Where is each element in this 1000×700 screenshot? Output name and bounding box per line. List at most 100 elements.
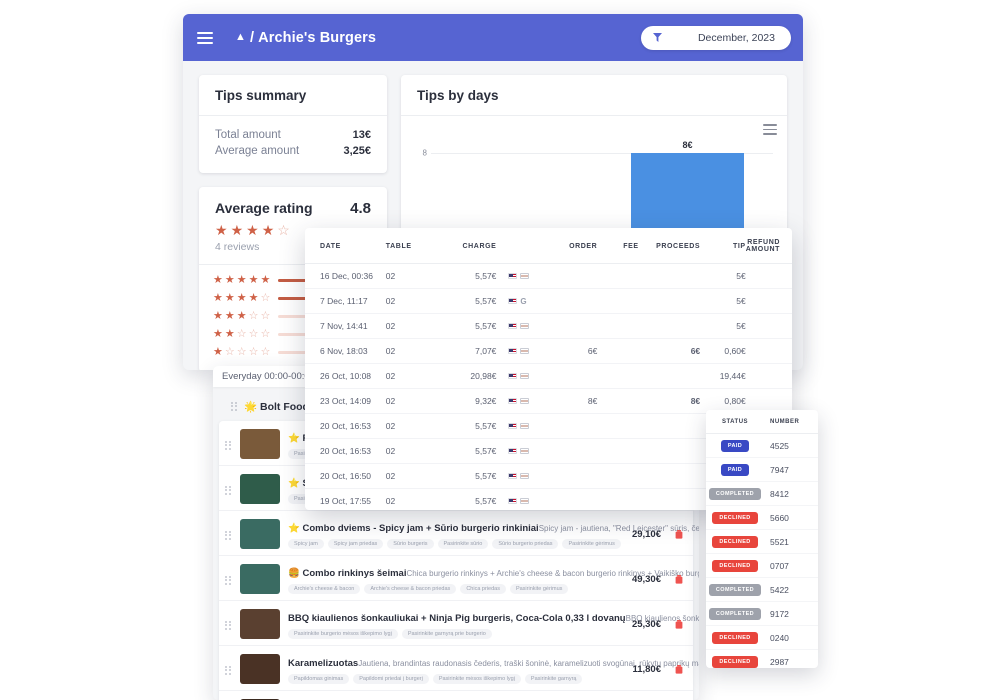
- schedule-text: Everyday 00:00-00:00: [222, 371, 315, 382]
- product-tags: Spicy jam Spicy jam priedas Sūrio burgeris…: [288, 539, 624, 549]
- period-filter-button[interactable]: December, 2023: [640, 25, 791, 50]
- cell-date: 23 Oct, 14:09: [305, 388, 386, 414]
- drag-handle-icon[interactable]: [225, 621, 232, 630]
- star-icon: ☆: [260, 310, 271, 322]
- delete-icon[interactable]: [675, 530, 683, 539]
- cell-order: 8€: [542, 388, 598, 414]
- cell-proceeds: [638, 438, 701, 464]
- table-row[interactable]: 26 Oct, 10:08 02 20,98€ 19,44€: [305, 363, 792, 389]
- status-row[interactable]: COMPLETED 5422: [706, 577, 818, 602]
- status-row[interactable]: DECLINED 0240: [706, 625, 818, 650]
- status-row[interactable]: COMPLETED 9172: [706, 601, 818, 626]
- drag-handle-icon[interactable]: [225, 666, 232, 675]
- google-pay-icon: G: [520, 296, 527, 306]
- chart-bar-label: 8€: [682, 140, 693, 151]
- cell-payment-method: [496, 438, 543, 464]
- table-row[interactable]: 7 Dec, 11:17 02 5,57€ G 5€: [305, 288, 792, 314]
- cell-table: 02: [385, 488, 436, 510]
- status-row[interactable]: DECLINED 0707: [706, 553, 818, 578]
- cell-date: 20 Oct, 16:53: [305, 413, 386, 439]
- drag-handle-icon[interactable]: [225, 576, 232, 585]
- star-icon: ★: [248, 292, 259, 304]
- drag-handle-icon[interactable]: [225, 441, 232, 450]
- col-date: DATE: [305, 228, 386, 264]
- product-tag: Pasirinkite gėrimus: [509, 584, 569, 594]
- star-icon: ★: [213, 274, 223, 286]
- cell-status: COMPLETED: [706, 481, 764, 506]
- col-proceeds: PROCEEDS: [638, 228, 701, 264]
- payment-method-icons: [508, 397, 530, 405]
- cell-charge: 5,57€: [435, 288, 497, 314]
- col-order: ORDER: [542, 228, 598, 264]
- product-tag: Archie's cheese & bacon priedas: [364, 584, 457, 594]
- status-badge: DECLINED: [712, 656, 758, 668]
- star-icon: ★: [224, 328, 235, 340]
- rating-bar-stars: ★ ★ ★ ★ ★: [213, 275, 270, 286]
- cell-charge: 5,57€: [435, 438, 497, 464]
- payment-method-icons: [508, 447, 530, 455]
- product-details: ⭐ Combo dviems - Spicy jam + Sūrio burge…: [288, 517, 699, 549]
- payment-method-icons: [508, 322, 530, 330]
- flag-icon: [508, 498, 518, 504]
- drag-handle-icon[interactable]: [225, 531, 232, 540]
- list-item[interactable]: ⭐ Combo dviems - Spicy jam + Sūrio burge…: [219, 511, 699, 556]
- cell-payment-method: [496, 488, 543, 510]
- cell-proceeds: [638, 463, 701, 489]
- cell-payment-method: [496, 313, 543, 339]
- product-tag: Pasirinkite burgerio mėsos iškepimo lygį: [288, 629, 398, 639]
- list-item[interactable]: KaramelizuotasJautiena, brandintas raudo…: [219, 646, 699, 691]
- cell-table: 02: [385, 263, 436, 289]
- table-row[interactable]: 7 Nov, 14:41 02 5,57€ 5€: [305, 313, 792, 339]
- product-thumbnail: [240, 654, 280, 684]
- table-row[interactable]: 16 Dec, 00:36 02 5,57€ 5€: [305, 263, 792, 289]
- list-item[interactable]: BBQ kiaulienos šonkauliukai + Ninja Pig …: [219, 601, 699, 646]
- status-row[interactable]: DECLINED 5660: [706, 505, 818, 530]
- cell-fee: [597, 438, 639, 464]
- status-row[interactable]: COMPLETED 8412: [706, 481, 818, 506]
- delete-icon[interactable]: [675, 620, 683, 629]
- rating-bar-stars: ★ ☆ ☆ ☆ ☆: [213, 347, 270, 358]
- breadcrumb-title: Archie's Burgers: [258, 29, 377, 46]
- list-item[interactable]: 🍔 Combo rinkinys šeimaiChica burgerio ri…: [219, 556, 699, 601]
- payment-method-icons: [508, 422, 530, 430]
- cell-fee: [597, 463, 639, 489]
- col-payment-method: [496, 228, 543, 264]
- delete-icon[interactable]: [675, 665, 683, 674]
- cell-refund-amount: [745, 338, 792, 364]
- drag-handle-icon[interactable]: [231, 402, 238, 411]
- cell-refund-amount: [745, 263, 792, 289]
- status-row[interactable]: PAID 7947: [706, 457, 818, 482]
- star-icon: ★: [213, 328, 223, 340]
- star-icon: ☆: [224, 346, 235, 358]
- cell-charge: 9,32€: [435, 388, 497, 414]
- home-icon[interactable]: ▲: [235, 31, 246, 43]
- tips-summary-card: Tips summary Total amount 13€ Average am…: [199, 75, 387, 173]
- cell-number: 5521: [764, 529, 818, 554]
- cell-date: 16 Dec, 00:36: [305, 263, 386, 289]
- cell-proceeds: [638, 288, 701, 314]
- list-item[interactable]: Village boyJautiena, rūkyti sūriai, traš…: [219, 691, 693, 700]
- cell-fee: [597, 363, 639, 389]
- cell-status: PAID: [706, 433, 764, 458]
- flag-icon: [508, 323, 518, 329]
- status-row[interactable]: PAID 4525: [706, 433, 818, 458]
- app-topbar: ▲ / Archie's Burgers December, 2023: [183, 14, 803, 61]
- cell-order: [542, 363, 598, 389]
- status-row[interactable]: DECLINED 5521: [706, 529, 818, 554]
- product-tag: Sūrio burgeris: [387, 539, 434, 549]
- drag-handle-icon[interactable]: [225, 486, 232, 495]
- table-row[interactable]: 6 Nov, 18:03 02 7,07€ 6€ 6€ 0,60€: [305, 338, 792, 364]
- cell-fee: [597, 263, 639, 289]
- cell-order: [542, 438, 598, 464]
- flag-icon: [508, 473, 518, 479]
- cell-proceeds: [638, 313, 701, 339]
- cell-charge: 20,98€: [435, 363, 497, 389]
- average-rating-title: Average rating: [215, 200, 313, 216]
- delete-icon[interactable]: [675, 575, 683, 584]
- cell-number: 5660: [764, 505, 818, 530]
- status-row[interactable]: DECLINED 2987: [706, 649, 818, 668]
- cell-date: 20 Oct, 16:53: [305, 438, 386, 464]
- hamburger-icon[interactable]: [197, 31, 213, 44]
- star-icon: ☆: [260, 346, 271, 358]
- credit-card-icon: [520, 347, 530, 355]
